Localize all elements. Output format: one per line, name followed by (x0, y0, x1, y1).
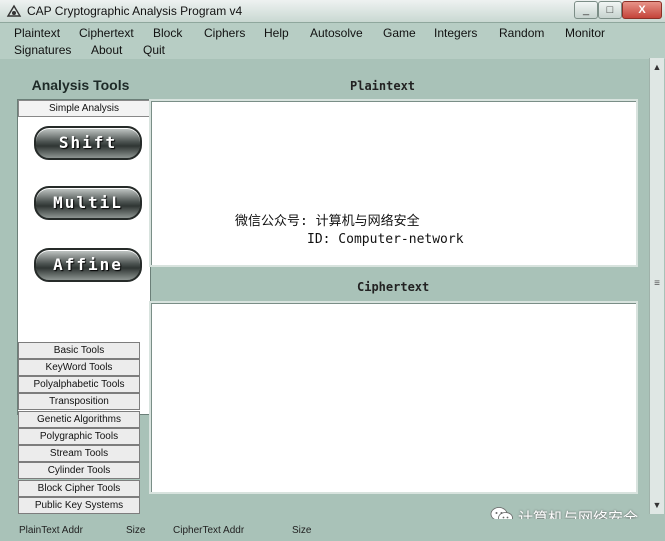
close-icon: X (638, 4, 646, 16)
menu-about[interactable]: About (91, 43, 122, 57)
ciphertext-area[interactable] (149, 301, 638, 494)
menu-ciphertext[interactable]: Ciphertext (79, 26, 134, 40)
scroll-down-icon[interactable]: ▼ (650, 498, 664, 512)
polygraphic-tools-button[interactable]: Polygraphic Tools (18, 428, 140, 445)
plaintext-label: Plaintext (350, 79, 416, 93)
menu-quit[interactable]: Quit (143, 43, 165, 57)
menu-help[interactable]: Help (264, 26, 289, 40)
stream-tools-button[interactable]: Stream Tools (18, 445, 140, 462)
cap-app-icon[interactable] (6, 3, 22, 19)
close-button[interactable]: X (622, 1, 662, 19)
analysis-tools-sidebar: Analysis Tools Simple Analysis Shift Mul… (9, 73, 151, 514)
menu-game[interactable]: Game (383, 26, 416, 40)
block-cipher-tools-button[interactable]: Block Cipher Tools (18, 480, 140, 497)
multil-button[interactable]: MultiL (34, 186, 142, 220)
app-window: CAP Cryptographic Analysis Program v4 _ … (0, 0, 665, 541)
menu-signatures[interactable]: Signatures (14, 43, 71, 57)
cylinder-tools-button[interactable]: Cylinder Tools (18, 462, 140, 479)
vertical-scrollbar[interactable]: ▲ ≡ ▼ (649, 58, 664, 514)
plaintext-addr-status: PlainText Addr (19, 525, 83, 536)
maximize-icon: □ (606, 4, 614, 16)
menu-bar: Plaintext Ciphertext Block Ciphers Help … (0, 23, 665, 59)
sidebar-title: Analysis Tools (31, 77, 130, 93)
scroll-up-icon[interactable]: ▲ (650, 60, 664, 74)
shift-button[interactable]: Shift (34, 126, 142, 160)
menu-integers[interactable]: Integers (434, 26, 477, 40)
menu-random[interactable]: Random (499, 26, 544, 40)
title-bar[interactable]: CAP Cryptographic Analysis Program v4 _ … (0, 0, 665, 23)
ciphertext-addr-status: CipherText Addr (173, 525, 245, 536)
basic-tools-button[interactable]: Basic Tools (18, 342, 140, 359)
tab-simple-analysis[interactable]: Simple Analysis (18, 100, 150, 117)
transposition-button[interactable]: Transposition (18, 393, 140, 410)
ciphertext-label: Ciphertext (357, 280, 430, 294)
menu-plaintext[interactable]: Plaintext (14, 26, 60, 40)
affine-button[interactable]: Affine (34, 248, 142, 282)
keyword-tools-button[interactable]: KeyWord Tools (18, 359, 140, 376)
genetic-algorithms-button[interactable]: Genetic Algorithms (18, 411, 140, 428)
status-bar: PlainText Addr Size CipherText Addr Size (0, 519, 665, 541)
maximize-button[interactable]: □ (598, 1, 622, 19)
menu-ciphers[interactable]: Ciphers (204, 26, 245, 40)
minimize-icon: _ (582, 4, 590, 16)
plaintext-line-1: 微信公众号: 计算机与网络安全 (235, 214, 420, 229)
plaintext-line-2: ID: Computer-network (307, 232, 464, 247)
minimize-button[interactable]: _ (574, 1, 598, 19)
menu-block[interactable]: Block (153, 26, 182, 40)
public-key-systems-button[interactable]: Public Key Systems (18, 497, 140, 514)
window-title: CAP Cryptographic Analysis Program v4 (27, 4, 243, 18)
ciphertext-size-status: Size (292, 525, 312, 536)
plaintext-size-status: Size (126, 525, 146, 536)
menu-autosolve[interactable]: Autosolve (310, 26, 363, 40)
plaintext-area[interactable]: 微信公众号: 计算机与网络安全 ID: Computer-network (149, 99, 638, 267)
menu-monitor[interactable]: Monitor (565, 26, 605, 40)
scroll-grip-icon[interactable]: ≡ (652, 278, 662, 292)
polyalphabetic-tools-button[interactable]: Polyalphabetic Tools (18, 376, 140, 393)
